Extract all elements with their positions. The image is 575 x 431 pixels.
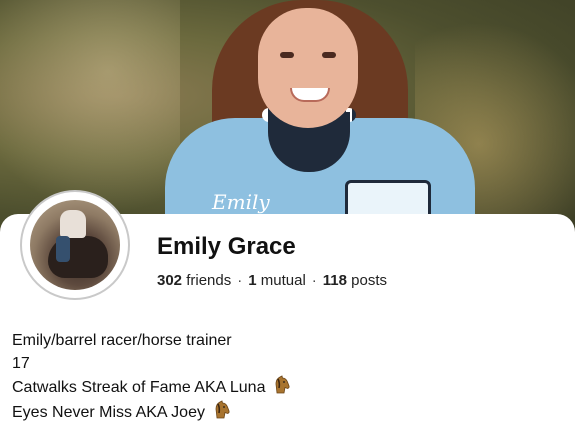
bio-line: Emily/barrel racer/horse trainer — [12, 332, 232, 349]
friends-label: friends — [186, 272, 232, 289]
stats-separator: · — [311, 272, 317, 289]
posts-stat[interactable]: 118 posts — [323, 272, 387, 289]
cover-person-face — [258, 8, 358, 128]
profile-stats: 302 friends · 1 mutual · 118 posts — [157, 272, 387, 289]
friends-count: 302 — [157, 272, 183, 289]
cover-person-eye-right — [322, 52, 336, 58]
profile-avatar[interactable] — [20, 190, 130, 300]
mutual-count: 1 — [248, 272, 257, 289]
bio-line: Catwalks Streak of Fame AKA Luna — [12, 375, 562, 400]
posts-count: 118 — [322, 272, 347, 289]
mutual-stat[interactable]: 1 mutual — [248, 272, 306, 289]
cover-person-eye-left — [280, 52, 294, 58]
cover-jacket-script: Emily — [212, 190, 270, 214]
posts-label: posts — [351, 272, 388, 289]
horse-face-icon — [276, 375, 290, 394]
profile-bio: Emily/barrel racer/horse trainer 17 Catw… — [12, 330, 562, 424]
friends-stat[interactable]: 302 friends — [157, 272, 231, 289]
bio-line: 17 — [12, 354, 30, 372]
stats-separator: · — [237, 272, 243, 289]
avatar-rider — [60, 210, 86, 238]
bio-line: Eyes Never Miss AKA Joey — [12, 399, 562, 425]
avatar-image — [30, 200, 120, 290]
profile-name: Emily Grace — [157, 233, 296, 260]
mutual-label: mutual — [260, 272, 306, 289]
bio-line-text: Eyes Never Miss AKA Joey — [12, 403, 205, 421]
horse-face-icon — [215, 399, 230, 418]
avatar-rider-jeans — [56, 236, 70, 262]
bio-line-text: Catwalks Streak of Fame AKA Luna — [12, 379, 266, 396]
